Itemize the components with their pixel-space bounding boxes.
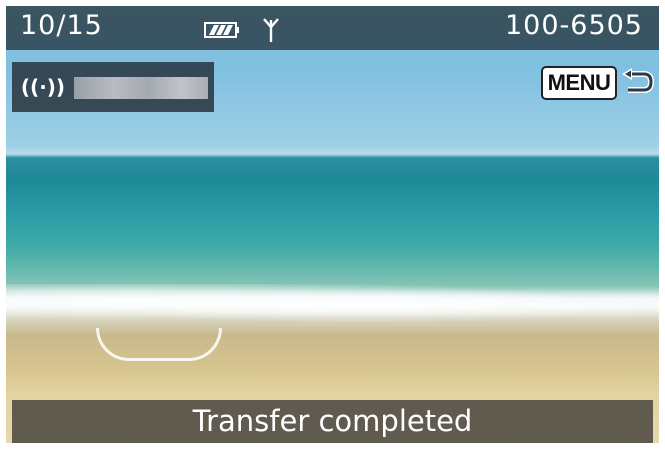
file-number: 100-6505	[505, 10, 643, 41]
battery-icon	[204, 22, 239, 38]
wifi-icon: ((·))	[20, 75, 66, 99]
connection-panel: ((·))	[12, 62, 214, 112]
camera-screen: 10/15 100-6505 ((·)) MENU Transfer compl…	[6, 6, 659, 443]
menu-button[interactable]: MENU	[541, 66, 617, 100]
return-arrow-icon[interactable]	[620, 68, 654, 98]
photo-wave-foam	[6, 284, 659, 324]
info-bar: 10/15 100-6505	[6, 6, 659, 50]
status-message: Transfer completed	[12, 400, 653, 443]
photo-wave-line	[96, 328, 222, 361]
network-name-blurred	[74, 77, 208, 99]
image-counter: 10/15	[20, 10, 103, 41]
antenna-icon	[263, 18, 279, 42]
